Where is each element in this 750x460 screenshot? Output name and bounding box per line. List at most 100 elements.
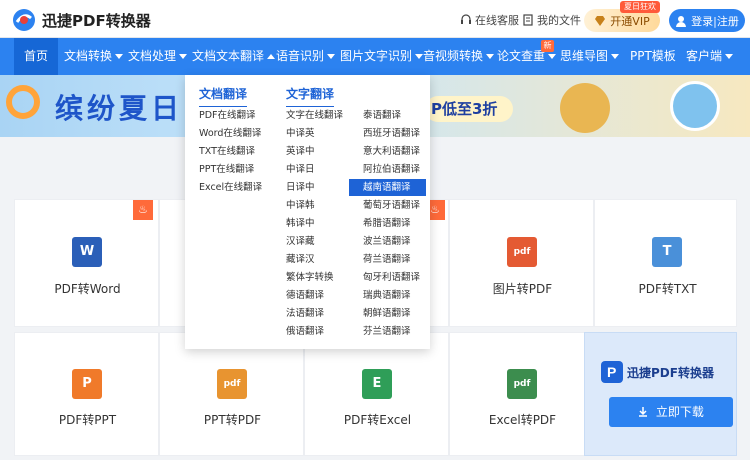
mascot-icon [670,81,720,131]
nav-doc-translate-label: 文档文本翻译 [192,49,265,63]
online-service-link[interactable]: 在线客服 [460,12,519,28]
menu-item[interactable]: 芬兰语翻译 [363,323,411,340]
nav-doc-process-label: 文档处理 [128,49,177,63]
card-ppt-to-pdf[interactable]: pdf PPT转PDF [159,332,304,456]
nav-mindmap[interactable]: 思维导图 [560,38,620,75]
card-pdf-to-excel[interactable]: E PDF转Excel [304,332,449,456]
download-icon [639,407,648,417]
nav-client[interactable]: 客户端 [686,38,734,75]
nav-speech-label: 语音识别 [276,49,325,63]
nav-doc-convert[interactable]: 文档转换 [64,38,124,75]
nav-plagiarism-label: 论文查重 [497,49,546,63]
menu-item[interactable]: 中译日 [286,161,315,178]
banner-promo-text: P低至3折 [425,96,514,122]
banner-title: 缤纷夏日 [55,92,184,125]
card-pdf-to-ppt[interactable]: P PDF转PPT [14,332,159,456]
menu-item[interactable]: 汉译藏 [286,233,315,250]
svg-text:P: P [607,364,616,380]
nav-doc-translate[interactable]: 文档文本翻译 [192,38,276,75]
pdf-file-icon: pdf [217,369,247,399]
menu-item[interactable]: 繁体字转换 [286,269,334,286]
menu-item[interactable]: 阿拉伯语翻译 [363,161,420,178]
menu-item[interactable]: 希腊语翻译 [363,215,411,232]
menu-item[interactable]: 韩译中 [286,215,315,232]
menu-item-active[interactable]: 越南语翻译 [349,179,426,196]
card-pdf-to-txt[interactable]: T PDF转TXT [594,199,737,327]
download-card: P 迅捷PDF转换器 立即下载 [584,332,737,456]
menu-item[interactable]: 泰语翻译 [363,107,401,124]
nav-ppt-template-label: PPT模板 [630,49,676,63]
swim-ring-icon [6,85,40,119]
menu-item[interactable]: 藏译汉 [286,251,315,268]
nav-ppt-template[interactable]: PPT模板 [630,38,676,75]
chevron-down-icon [486,54,495,59]
nav-speech[interactable]: 语音识别 [276,38,336,75]
vip-label: 开通VIP [610,14,650,28]
card-image-to-pdf[interactable]: pdf 图片转PDF [449,199,594,327]
my-files-link[interactable]: 我的文件 [522,12,581,28]
nav-ocr[interactable]: 图片文字识别 [340,38,424,75]
excel-file-icon: E [362,369,392,399]
nav-home-label: 首页 [23,49,48,63]
card-excel-to-pdf[interactable]: pdf Excel转PDF [449,332,594,456]
menu-item[interactable]: 法语翻译 [286,305,324,322]
menu-item[interactable]: PDF在线翻译 [199,107,256,124]
new-badge: 新 [541,40,554,52]
col-text-translate-title: 文字翻译 [286,85,335,107]
nav-av-convert-label: 音视频转换 [423,49,484,63]
menu-item[interactable]: Word在线翻译 [199,125,261,142]
top-header: 迅捷PDF转换器 在线客服 我的文件 开通VIP 夏日狂欢 登录|注册 [0,0,750,38]
brand-logo-icon[interactable] [12,8,36,32]
login-button[interactable]: 登录|注册 [669,9,745,32]
chevron-down-icon [548,54,557,59]
menu-item[interactable]: 西班牙语翻译 [363,125,420,142]
card-label: PDF转TXT [638,282,697,296]
menu-item[interactable]: 中译英 [286,125,315,142]
diamond-icon [595,15,606,26]
vip-promo-badge: 夏日狂欢 [620,1,660,13]
chevron-down-icon [115,54,124,59]
download-button[interactable]: 立即下载 [609,397,733,427]
pdf-file-icon: pdf [507,369,537,399]
menu-item[interactable]: Excel在线翻译 [199,179,262,196]
chevron-up-icon [267,54,276,59]
ppt-file-icon: P [72,369,102,399]
nav-mindmap-label: 思维导图 [560,49,609,63]
login-label: 登录|注册 [691,14,739,28]
online-service-label: 在线客服 [475,14,519,27]
card-pdf-to-word[interactable]: W PDF转Word ♨ [14,199,159,327]
brand-name[interactable]: 迅捷PDF转换器 [42,10,151,31]
card-label: 图片转PDF [492,282,553,296]
menu-item[interactable]: 匈牙利语翻译 [363,269,420,286]
menu-item[interactable]: 波兰语翻译 [363,233,411,250]
menu-item[interactable]: 英译中 [286,143,315,160]
chevron-down-icon [179,54,188,59]
menu-item[interactable]: 日译中 [286,179,315,196]
chevron-down-icon [611,54,620,59]
menu-item[interactable]: 文字在线翻译 [286,107,343,124]
card-label: PPT转PDF [203,413,262,427]
user-icon [676,15,687,27]
nav-ocr-label: 图片文字识别 [340,49,413,63]
nav-home[interactable]: 首页 [14,38,58,75]
menu-item[interactable]: TXT在线翻译 [199,143,255,160]
nav-client-label: 客户端 [686,49,723,63]
menu-item[interactable]: 德语翻译 [286,287,324,304]
nav-doc-process[interactable]: 文档处理 [128,38,188,75]
menu-item[interactable]: 葡萄牙语翻译 [363,197,420,214]
card-label: PDF转Excel [343,413,412,427]
txt-file-icon: T [652,237,682,267]
menu-item[interactable]: 俄语翻译 [286,323,324,340]
menu-item[interactable]: 朝鲜语翻译 [363,305,411,322]
menu-item[interactable]: 意大利语翻译 [363,143,420,160]
hot-fire-icon: ♨ [133,200,153,220]
file-icon [523,14,533,26]
menu-item[interactable]: 荷兰语翻译 [363,251,411,268]
menu-item[interactable]: PPT在线翻译 [199,161,254,178]
menu-item[interactable]: 瑞典语翻译 [363,287,411,304]
chevron-down-icon [415,54,424,59]
word-file-icon: W [72,237,102,267]
nav-av-convert[interactable]: 音视频转换 [423,38,495,75]
card-label: PDF转Word [54,282,121,296]
menu-item[interactable]: 中译韩 [286,197,315,214]
